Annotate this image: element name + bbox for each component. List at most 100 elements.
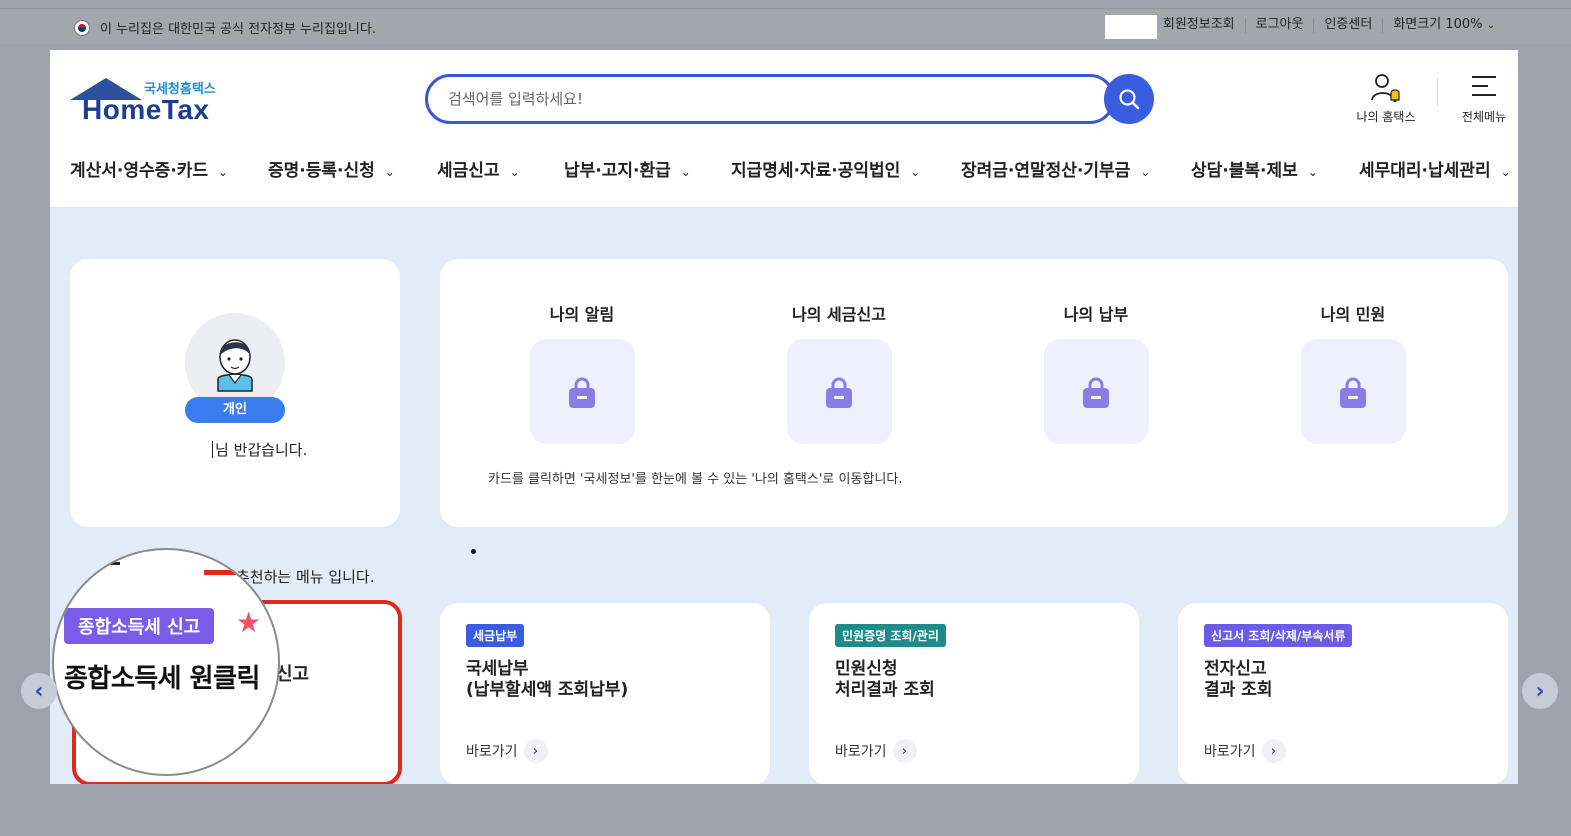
korea-flag-icon xyxy=(74,20,90,36)
card-title: 전자신고 결과 조회 xyxy=(1204,659,1273,700)
stat-box xyxy=(1043,339,1149,444)
search-box xyxy=(425,74,1115,124)
lock-icon xyxy=(569,377,595,408)
chevron-down-icon: ⌄ xyxy=(384,165,395,179)
greeting-text: 님 반갑습니다. xyxy=(212,439,307,460)
profile-card: 개인 님 반갑습니다. xyxy=(70,259,400,527)
carousel-prev-button[interactable]: ‹ xyxy=(21,673,57,709)
magnified-tag: 종합소득세 신고 xyxy=(64,608,215,644)
chevron-down-icon: ⌄ xyxy=(1140,165,1151,179)
main-nav: 계산서·영수증·카드 ⌄ 증명·등록·신청 ⌄ 세금신고 ⌄ 납부·고지·환급 ⌄ 지급… xyxy=(70,156,1518,181)
header-divider xyxy=(1437,78,1438,106)
zoom-value: 100% xyxy=(1445,17,1483,32)
my-status-card: 나의 알림 나의 세금신고 나의 납부 나의 민원 카드를 클릭하면 '국세정보… xyxy=(440,259,1508,527)
stat-box xyxy=(1300,339,1406,444)
menu-card-civil-result[interactable]: 민원증명 조회/관리 민원신청 처리결과 조회 바로가기 › xyxy=(809,603,1139,784)
gov-notice-bar: 이 누리집은 대한민국 공식 전자정부 누리집입니다. 회원정보조회 로그아웃 … xyxy=(0,8,1571,44)
user-bell-icon xyxy=(1369,72,1403,103)
nav-item-label: 증명·등록·신청 xyxy=(268,161,375,181)
search-button[interactable] xyxy=(1104,74,1154,124)
menu-card-tax-payment[interactable]: 세금납부 국세납부 (납부할세액 조회납부) 바로가기 › xyxy=(440,603,770,784)
chevron-down-icon: ⌄ xyxy=(218,165,229,179)
chevron-down-icon: ⌄ xyxy=(1486,20,1495,31)
nav-item-label: 납부·고지·환급 xyxy=(564,161,671,181)
user-name-box xyxy=(1105,15,1157,39)
magnified-border xyxy=(204,570,278,575)
stat-label: 나의 세금신고 xyxy=(792,305,886,324)
stat-box xyxy=(786,339,892,444)
stat-label: 나의 납부 xyxy=(1063,305,1129,324)
logo-title: HomeTax xyxy=(82,94,210,125)
chevron-down-icon: ⌄ xyxy=(1307,165,1318,179)
shortcut-link[interactable]: 바로가기 › xyxy=(466,739,548,763)
nav-item-label: 장려금·연말정산·기부금 xyxy=(961,161,1131,181)
menu-card-efiling-result[interactable]: 신고서 조회/삭제/부속서류 전자신고 결과 조회 바로가기 › xyxy=(1178,603,1508,784)
card-title: 국세납부 (납부할세액 조회납부) xyxy=(466,659,629,700)
search-input[interactable] xyxy=(428,77,1048,121)
zoom-control[interactable]: 화면크기 100% ⌄ xyxy=(1382,18,1505,33)
my-civil-affairs-tile[interactable]: 나의 민원 xyxy=(1298,301,1408,444)
chevron-down-icon: ⌄ xyxy=(509,165,520,179)
stat-box xyxy=(529,339,635,444)
card-tag: 신고서 조회/삭제/부속서류 xyxy=(1204,624,1353,647)
utility-links: 회원정보조회 로그아웃 인증센터 화면크기 100% ⌄ xyxy=(1153,18,1505,33)
magnified-bar xyxy=(92,562,120,565)
my-payment-tile[interactable]: 나의 납부 xyxy=(1041,301,1151,444)
chevron-right-icon: › xyxy=(1261,739,1286,763)
header: 국세청홈택스 HomeTax 나의 홈택스 전체메뉴 계산서·영수증·카드 ⌄ 증… xyxy=(50,50,1518,208)
lock-icon xyxy=(826,377,852,408)
nav-item-label: 세금신고 xyxy=(437,161,500,181)
gov-notice-text: 이 누리집은 대한민국 공식 전자정부 누리집입니다. xyxy=(100,22,376,37)
magnifier-overlay: 종합소득세 신고 ★ 종합소득세 원클릭 xyxy=(52,548,280,776)
shortcut-label: 바로가기 xyxy=(1204,744,1256,760)
shortcut-link[interactable]: 바로가기 › xyxy=(835,739,917,763)
shortcut-label: 바로가기 xyxy=(466,744,518,760)
search-icon xyxy=(1119,89,1140,110)
user-type-badge: 개인 xyxy=(185,397,285,423)
carousel-next-button[interactable]: › xyxy=(1522,673,1558,709)
card-title-partial: 신고 xyxy=(276,664,310,685)
card-tag: 민원증명 조회/관리 xyxy=(835,624,946,647)
magnified-title: 종합소득세 원클릭 xyxy=(64,664,260,694)
nav-item-payment[interactable]: 납부·고지·환급 ⌄ xyxy=(564,156,691,181)
logout-link[interactable]: 로그아웃 xyxy=(1244,18,1314,33)
nav-item-incentive[interactable]: 장려금·연말정산·기부금 ⌄ xyxy=(961,156,1150,181)
greeting-label: 님 반갑습니다. xyxy=(215,441,308,459)
my-hometax-label: 나의 홈택스 xyxy=(1356,110,1416,124)
stat-label: 나의 민원 xyxy=(1320,305,1386,324)
stat-label: 나의 알림 xyxy=(549,305,615,324)
lock-icon xyxy=(1340,377,1366,408)
card-title: 민원신청 처리결과 조회 xyxy=(835,659,935,700)
chevron-down-icon: ⌄ xyxy=(910,165,921,179)
hamburger-icon xyxy=(1470,72,1498,102)
nav-item-certificate[interactable]: 증명·등록·신청 ⌄ xyxy=(268,156,395,181)
shortcut-link[interactable]: 바로가기 › xyxy=(1204,739,1286,763)
chevron-right-icon: › xyxy=(892,739,917,763)
hometax-logo[interactable]: 국세청홈택스 HomeTax xyxy=(70,76,230,126)
all-menu-button[interactable]: 전체메뉴 xyxy=(1456,72,1512,125)
carousel-dot[interactable] xyxy=(471,549,476,554)
cert-center-link[interactable]: 인증센터 xyxy=(1313,18,1382,33)
my-hometax-button[interactable]: 나의 홈택스 xyxy=(1348,72,1424,125)
my-tax-filing-tile[interactable]: 나의 세금신고 xyxy=(784,301,894,444)
member-info-link[interactable]: 회원정보조회 xyxy=(1153,18,1245,33)
nav-item-label: 상담·불복·제보 xyxy=(1191,161,1298,181)
lock-icon xyxy=(1083,377,1109,408)
text-cursor xyxy=(212,441,213,458)
chevron-down-icon: ⌄ xyxy=(680,165,691,179)
chevron-right-icon: › xyxy=(1535,678,1545,704)
my-notification-tile[interactable]: 나의 알림 xyxy=(527,301,637,444)
chevron-left-icon: ‹ xyxy=(34,678,44,704)
nav-item-label: 세무대리·납세관리 xyxy=(1359,161,1491,181)
nav-item-label: 지급명세·자료·공익법인 xyxy=(731,161,901,181)
nav-item-label: 계산서·영수증·카드 xyxy=(70,161,209,181)
nav-item-agency[interactable]: 세무대리·납세관리 ⌄ xyxy=(1359,156,1511,181)
nav-item-tax-filing[interactable]: 세금신고 ⌄ xyxy=(437,156,520,181)
chevron-down-icon: ⌄ xyxy=(1500,165,1511,179)
star-icon[interactable]: ★ xyxy=(236,608,261,638)
nav-item-consult[interactable]: 상담·불복·제보 ⌄ xyxy=(1191,156,1318,181)
nav-item-invoice[interactable]: 계산서·영수증·카드 ⌄ xyxy=(70,156,228,181)
shortcut-label: 바로가기 xyxy=(835,744,887,760)
chevron-right-icon: › xyxy=(523,739,548,763)
nav-item-statements[interactable]: 지급명세·자료·공익법인 ⌄ xyxy=(731,156,920,181)
